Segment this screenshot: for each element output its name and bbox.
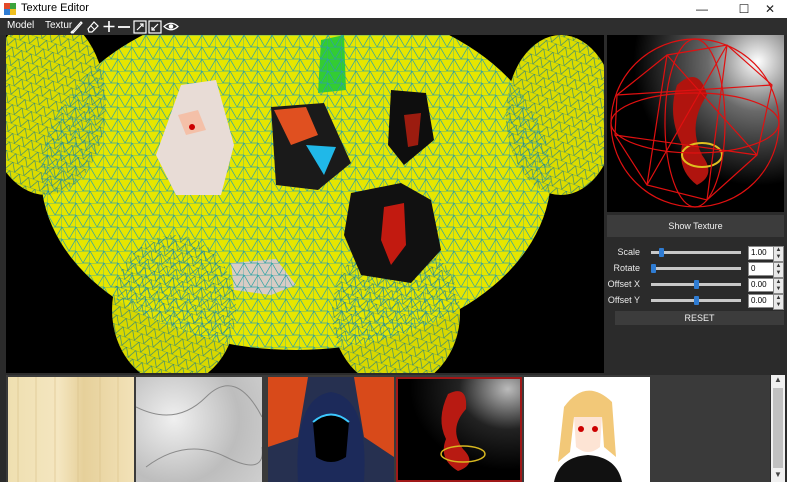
app-icon bbox=[4, 3, 16, 15]
offset-x-slider[interactable] bbox=[651, 280, 741, 289]
texture-gallery bbox=[6, 375, 770, 482]
scale-slider[interactable] bbox=[651, 248, 741, 257]
scale-slider-thumb[interactable] bbox=[659, 248, 664, 257]
texture-preview bbox=[607, 35, 784, 212]
offset-x-label: Offset X bbox=[607, 279, 640, 289]
add-icon[interactable] bbox=[102, 19, 116, 34]
offset-y-input[interactable]: 0.00 bbox=[748, 294, 774, 308]
dragon-render-thumbnail[interactable] bbox=[396, 377, 522, 482]
reset-button[interactable]: RESET bbox=[615, 311, 784, 325]
collapse-icon[interactable] bbox=[148, 19, 162, 34]
offset-y-spinner[interactable]: ▲ ▼ bbox=[773, 294, 784, 310]
rotate-input[interactable]: 0 bbox=[748, 262, 774, 276]
offset-y-slider-thumb[interactable] bbox=[694, 296, 699, 305]
menu-bar: Model Textur bbox=[0, 18, 787, 35]
offset-x-input[interactable]: 0.00 bbox=[748, 278, 774, 292]
dragon-sphere-preview bbox=[607, 35, 784, 212]
gallery-scrollbar[interactable]: ▲ ▼ bbox=[771, 375, 785, 482]
mesh-render bbox=[6, 35, 604, 373]
marble-veins bbox=[136, 385, 262, 468]
scale-input[interactable]: 1.00 bbox=[748, 246, 774, 260]
eraser-icon[interactable] bbox=[86, 19, 100, 34]
dragon-render bbox=[398, 379, 520, 480]
rotate-spinner[interactable]: ▲ ▼ bbox=[773, 262, 784, 278]
scroll-up-icon[interactable]: ▲ bbox=[771, 375, 785, 387]
rotate-slider-thumb[interactable] bbox=[651, 264, 656, 273]
model-viewport[interactable] bbox=[6, 35, 604, 373]
hooded-figure-art bbox=[268, 377, 394, 482]
menu-texture[interactable]: Textur bbox=[45, 20, 72, 31]
scale-spinner[interactable]: ▲ ▼ bbox=[773, 246, 784, 262]
hooded-figure-thumbnail[interactable] bbox=[268, 377, 394, 482]
scale-label: Scale bbox=[617, 247, 640, 257]
menu-model[interactable]: Model bbox=[7, 20, 34, 31]
expand-icon[interactable] bbox=[133, 19, 147, 34]
wood-grain bbox=[17, 377, 119, 482]
rotate-slider[interactable] bbox=[651, 264, 741, 273]
minus-icon[interactable] bbox=[117, 19, 131, 34]
anime-girl-art bbox=[524, 377, 650, 482]
offset-x-slider-thumb[interactable] bbox=[694, 280, 699, 289]
wood-texture-thumbnail[interactable] bbox=[8, 377, 134, 482]
show-texture-button[interactable]: Show Texture bbox=[607, 215, 784, 237]
title-bar: Texture Editor — ☐ ✕ bbox=[0, 0, 787, 19]
close-button[interactable]: ✕ bbox=[753, 0, 787, 18]
brush-icon[interactable] bbox=[70, 19, 84, 34]
offset-y-label: Offset Y bbox=[607, 295, 640, 305]
eye-icon[interactable] bbox=[163, 19, 179, 34]
rotate-label: Rotate bbox=[613, 263, 640, 273]
anime-girl-thumbnail[interactable] bbox=[524, 377, 650, 482]
offset-y-slider[interactable] bbox=[651, 296, 741, 305]
minimize-button[interactable]: — bbox=[685, 0, 719, 18]
marble-texture-thumbnail[interactable] bbox=[136, 377, 262, 482]
scroll-down-icon[interactable]: ▼ bbox=[771, 470, 785, 482]
offset-x-spinner[interactable]: ▲ ▼ bbox=[773, 278, 784, 294]
window-title: Texture Editor bbox=[21, 2, 89, 14]
scroll-thumb[interactable] bbox=[773, 388, 783, 468]
